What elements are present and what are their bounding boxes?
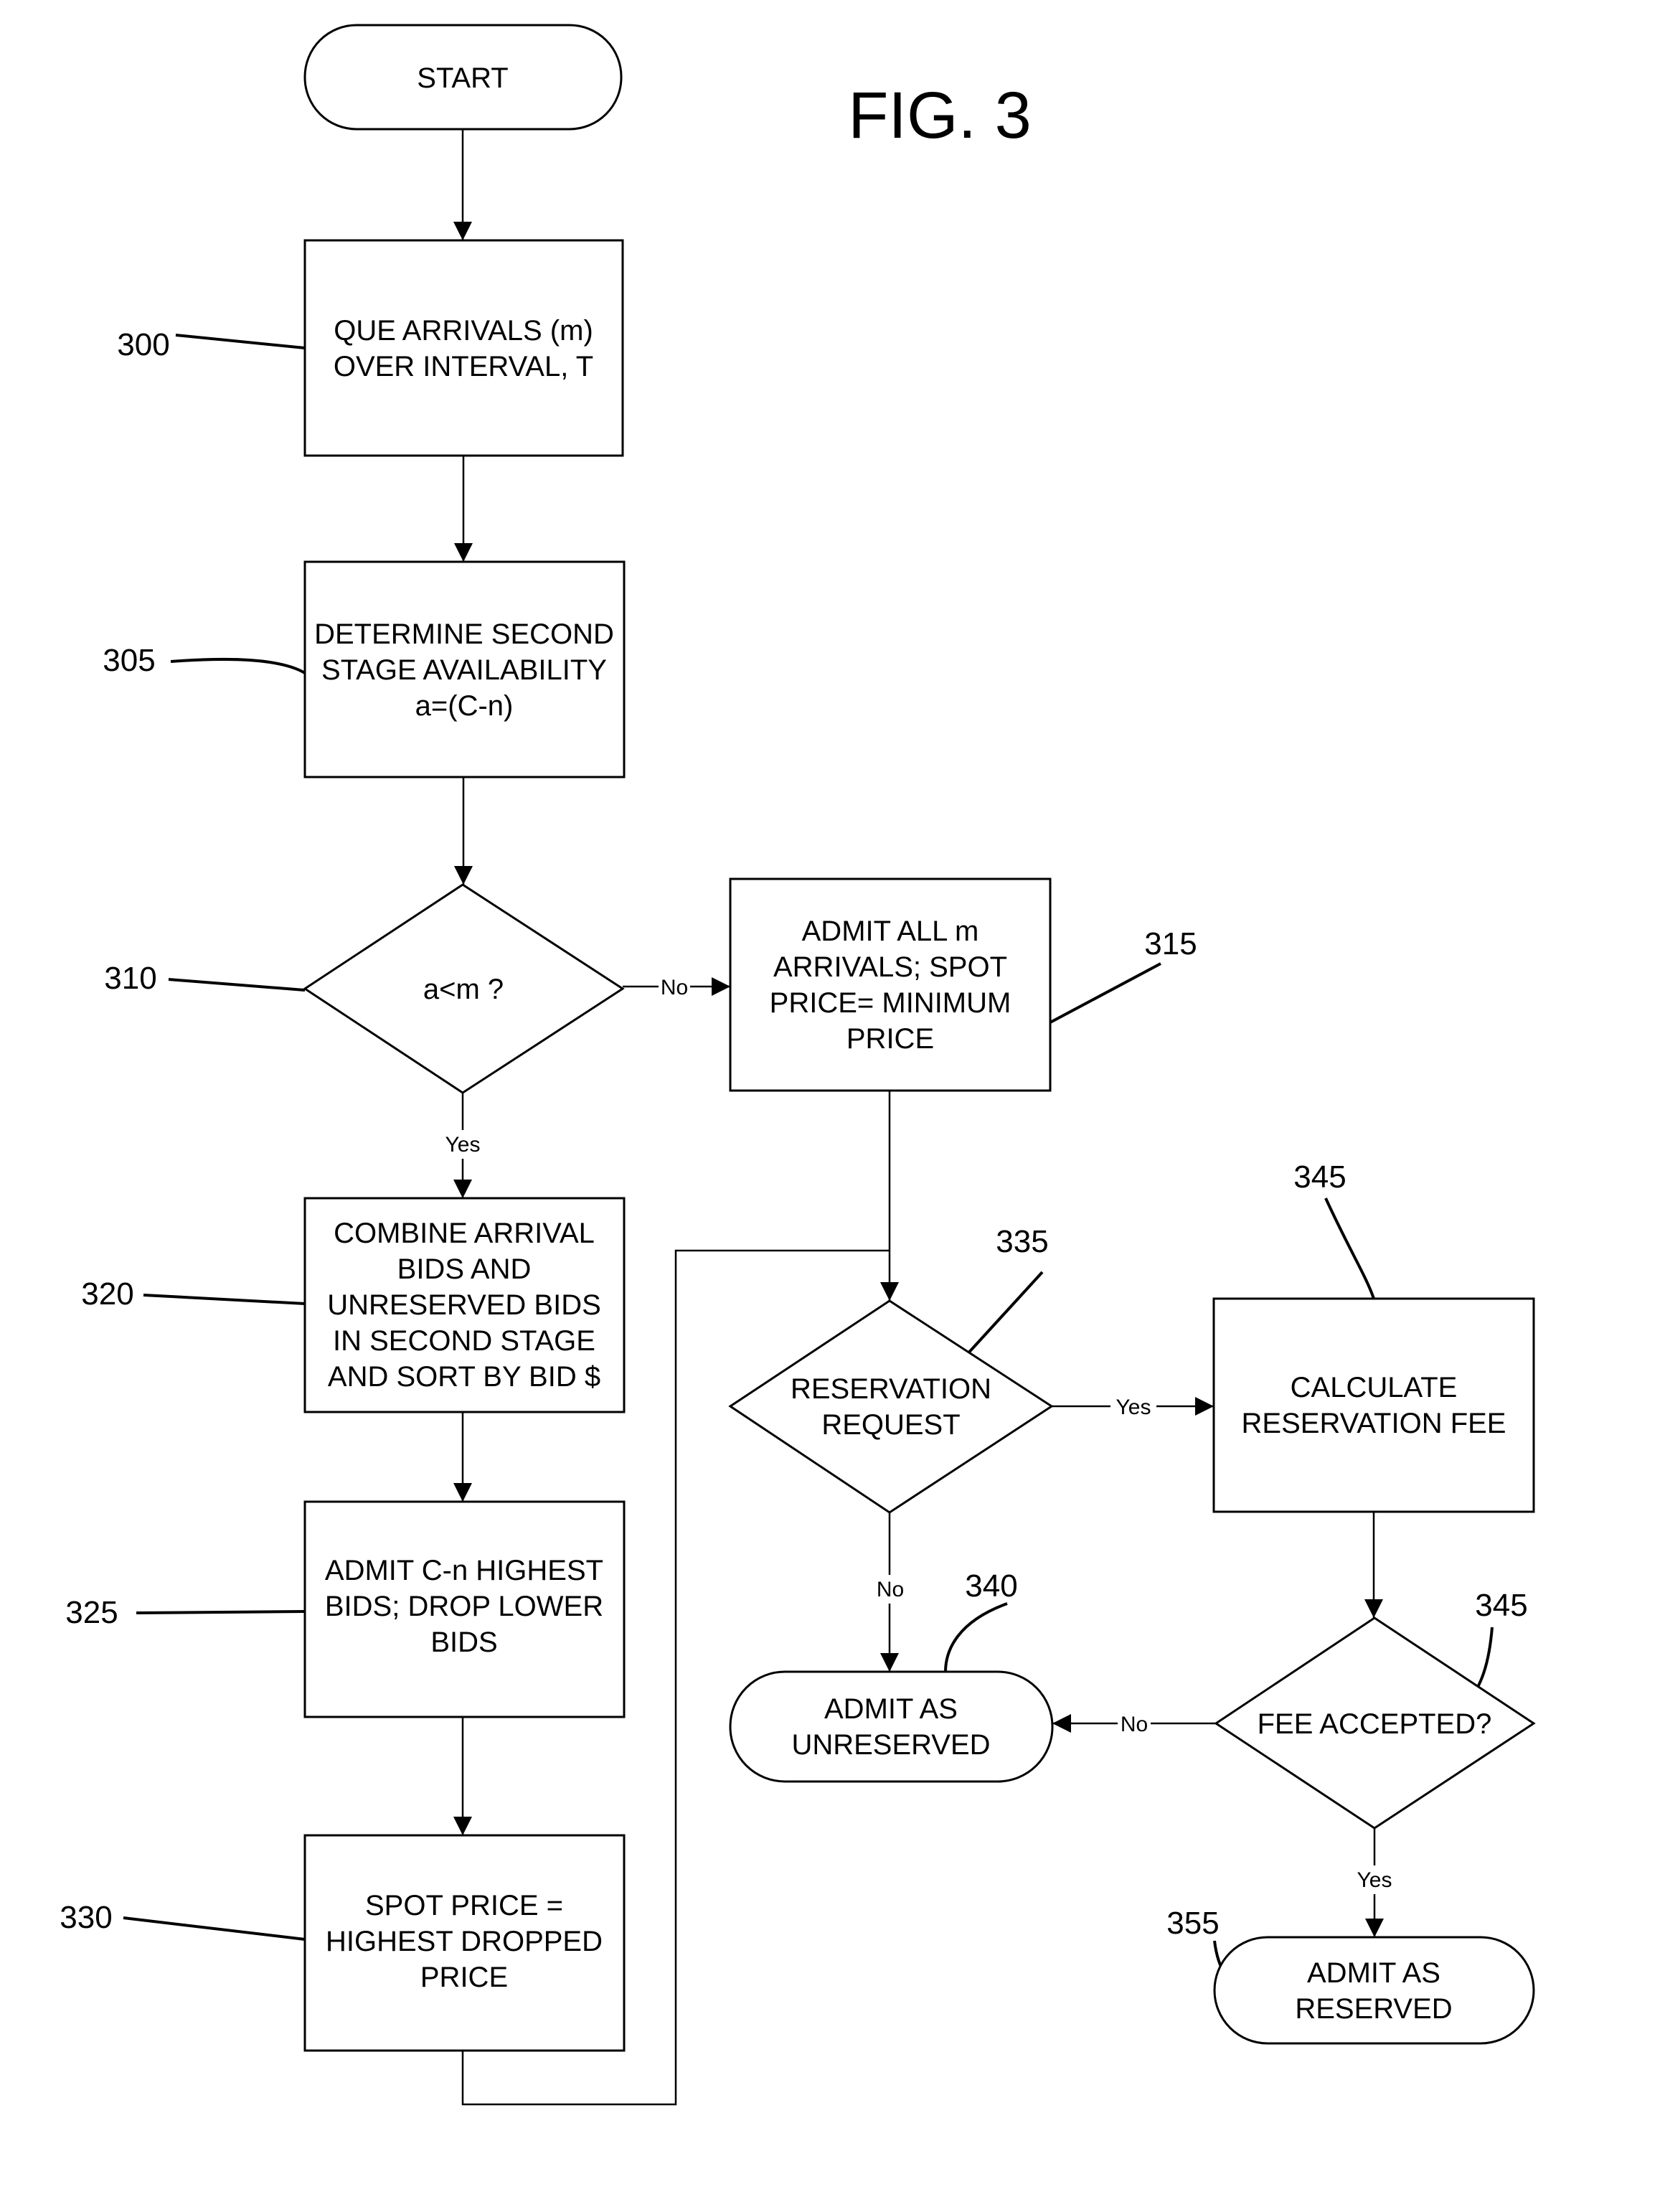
node-310: a<m ? (303, 883, 625, 1094)
node-305: DETERMINE SECOND STAGE AVAILABILITY a=(C-n… (303, 560, 626, 778)
ref-345a: 345 (1293, 1159, 1346, 1195)
node-345a: CALCULATE RESERVATION FEE (1212, 1297, 1535, 1513)
node-text-line: FEE ACCEPTED? (1258, 1708, 1492, 1740)
node-text-line: QUE ARRIVALS (m) (334, 315, 593, 347)
ref-330: 330 (60, 1900, 112, 1935)
leader-320 (143, 1294, 306, 1305)
node-320: COMBINE ARRIVAL BIDS AND UNRESERVED BIDS IN… (303, 1197, 626, 1413)
process-315-shape (729, 877, 1052, 1092)
leader-340 (944, 1602, 1008, 1672)
leader-325 (136, 1610, 306, 1614)
leader-330 (123, 1916, 306, 1941)
leader-335 (964, 1271, 1044, 1357)
ref-300: 300 (117, 327, 169, 362)
node-text-line: ADMIT ALL m (802, 916, 979, 947)
node-text-line: RESERVATION FEE (1242, 1408, 1506, 1439)
node-text-line: BIDS AND (397, 1253, 532, 1285)
node-310-text: a<m ? (423, 974, 504, 1005)
node-text-line: BIDS (430, 1627, 497, 1658)
node-text-line: REQUEST (821, 1409, 960, 1441)
node-text-line: UNRESERVED BIDS (327, 1289, 601, 1321)
leader-315 (1050, 962, 1161, 1024)
node-325: ADMIT C-n HIGHEST BIDS; DROP LOWER BIDS (303, 1500, 626, 1718)
node-text-line: HIGHEST DROPPED (326, 1926, 603, 1957)
leader-310 (168, 978, 306, 992)
process-345a-shape (1212, 1297, 1535, 1513)
ref-320: 320 (81, 1276, 133, 1312)
ref-335: 335 (996, 1224, 1048, 1259)
ref-305: 305 (103, 643, 155, 678)
ref-325: 325 (65, 1595, 118, 1630)
edge-label-335-yes: Yes (1116, 1396, 1151, 1419)
node-text-line: PRICE (846, 1023, 934, 1055)
node-330: SPOT PRICE = HIGHEST DROPPED PRICE (303, 1834, 626, 2052)
node-text-line: BIDS; DROP LOWER (325, 1591, 603, 1622)
node-text-line: ADMIT AS (1307, 1957, 1440, 1989)
node-text-line: OVER INTERVAL, T (334, 351, 593, 382)
edge-label-345b-yes: Yes (1357, 1868, 1392, 1892)
node-text-line: ADMIT AS (824, 1693, 958, 1725)
node-text-line: COMBINE ARRIVAL (334, 1218, 595, 1249)
node-345b: FEE ACCEPTED? (1214, 1616, 1536, 1830)
terminal-340-shape (729, 1670, 1054, 1783)
node-text-line: IN SECOND STAGE (333, 1325, 595, 1357)
node-text-line: a=(C-n) (415, 690, 514, 722)
node-text-line: AND SORT BY BID $ (328, 1361, 600, 1393)
decision-335-shape (728, 1299, 1054, 1514)
node-text-line: UNRESERVED (791, 1729, 990, 1761)
edge-label-335-no: No (877, 1578, 904, 1601)
edge-label-345b-no: No (1121, 1713, 1148, 1736)
node-text-line: PRICE (420, 1962, 508, 1993)
node-315: ADMIT ALL m ARRIVALS; SPOT PRICE= MINIMUM P… (729, 877, 1052, 1092)
node-text-line: DETERMINE SECOND (314, 618, 614, 650)
ref-310: 310 (104, 961, 156, 996)
leader-345a (1324, 1197, 1375, 1299)
node-start-text: START (417, 62, 508, 94)
node-300: QUE ARRIVALS (m) OVER INTERVAL, T (303, 239, 624, 457)
ref-315: 315 (1144, 926, 1197, 961)
node-text-line: ARRIVALS; SPOT (773, 951, 1007, 983)
node-start: START (303, 24, 623, 131)
node-text-line: PRICE= MINIMUM (770, 987, 1011, 1019)
node-text-line: SPOT PRICE = (365, 1890, 563, 1921)
node-335: RESERVATION REQUEST (728, 1299, 1054, 1514)
node-text-line: ADMIT C-n HIGHEST (325, 1555, 603, 1586)
node-340: ADMIT AS UNRESERVED (729, 1670, 1054, 1783)
terminal-355-shape (1213, 1936, 1535, 2045)
ref-345b: 345 (1475, 1588, 1527, 1623)
node-355: ADMIT AS RESERVED (1213, 1936, 1535, 2045)
node-320-text: COMBINE ARRIVAL BIDS AND UNRESERVED BIDS IN… (327, 1218, 601, 1393)
ref-340: 340 (965, 1568, 1017, 1604)
node-text-line: STAGE AVAILABILITY (321, 654, 607, 686)
figure-title: FIG. 3 (848, 79, 1032, 152)
node-text-line: RESERVED (1295, 1993, 1452, 2025)
ref-355: 355 (1166, 1906, 1219, 1941)
edge-label-310-no: No (661, 976, 688, 999)
leader-300 (175, 334, 306, 349)
node-text-line: a<m ? (423, 974, 504, 1005)
node-text-line: RESERVATION (791, 1373, 991, 1405)
node-text-line: CALCULATE (1291, 1372, 1458, 1403)
edge-label-310-yes: Yes (445, 1133, 481, 1157)
leader-305 (170, 657, 306, 674)
process-300-shape (303, 239, 624, 457)
flowchart: FIG. 3 No Yes Yes No No Yes 300 305 310 … (60, 24, 1536, 2106)
node-345b-text: FEE ACCEPTED? (1258, 1708, 1492, 1740)
node-text-line: START (417, 62, 508, 94)
